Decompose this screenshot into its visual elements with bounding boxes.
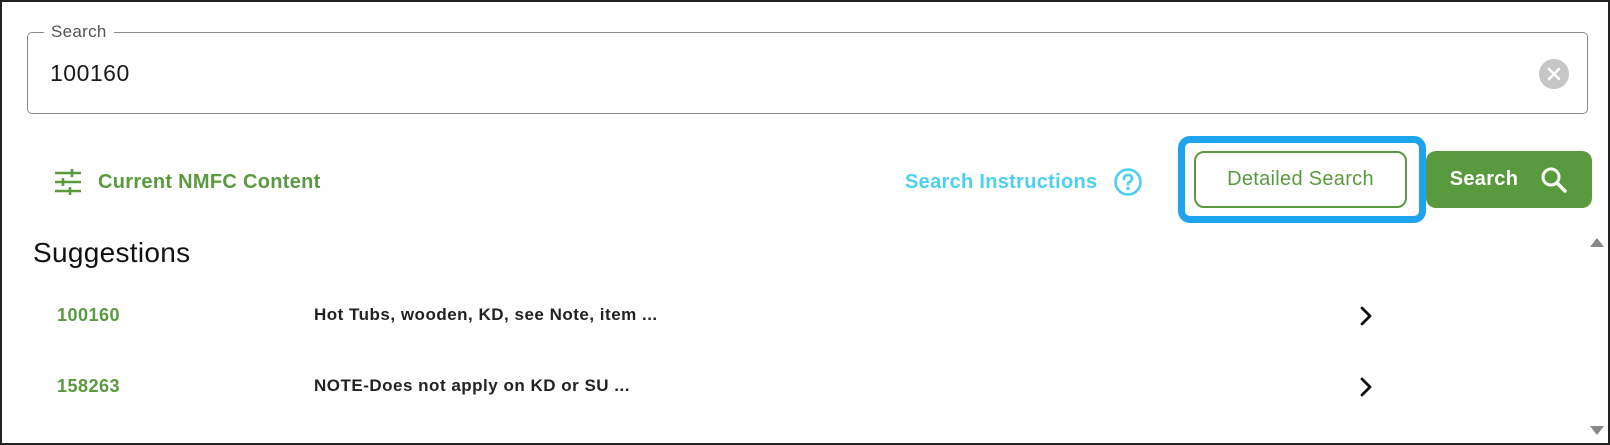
app-frame: Search 100160 Current NMFC Content Searc… — [0, 0, 1610, 445]
search-icon — [1541, 167, 1567, 193]
search-instructions-link[interactable]: Search Instructions — [905, 164, 1143, 200]
clear-search-button[interactable] — [1539, 59, 1569, 89]
suggestions-heading: Suggestions — [33, 237, 191, 268]
detailed-search-button[interactable]: Detailed Search — [1194, 151, 1407, 208]
search-instructions-label: Search Instructions — [905, 170, 1098, 193]
suggestion-row[interactable]: 158263 NOTE-Does not apply on KD or SU .… — [32, 363, 1382, 413]
search-field-label: Search — [44, 22, 114, 42]
suggestion-description: Hot Tubs, wooden, KD, see Note, item ... — [314, 305, 658, 324]
close-icon — [1547, 67, 1561, 81]
scroll-down-arrow[interactable] — [1590, 426, 1604, 435]
suggestion-code: 158263 — [57, 376, 121, 396]
scroll-up-arrow[interactable] — [1590, 238, 1604, 247]
search-button-label: Search — [1449, 168, 1519, 190]
current-nmfc-content-label: Current NMFC Content — [98, 170, 321, 193]
chevron-right-icon — [1360, 306, 1372, 326]
suggestion-row[interactable]: 100160 Hot Tubs, wooden, KD, see Note, i… — [32, 292, 1382, 342]
help-circle-icon — [1114, 168, 1143, 196]
current-nmfc-content-button[interactable]: Current NMFC Content — [54, 164, 321, 200]
search-button[interactable]: Search — [1426, 151, 1592, 208]
chevron-right-icon — [1360, 377, 1372, 397]
suggestion-description: NOTE-Does not apply on KD or SU ... — [314, 376, 630, 395]
suggestion-code: 100160 — [57, 305, 121, 325]
sliders-icon — [55, 169, 81, 195]
search-input[interactable]: 100160 — [50, 59, 130, 87]
search-field[interactable]: Search 100160 — [27, 22, 1588, 114]
